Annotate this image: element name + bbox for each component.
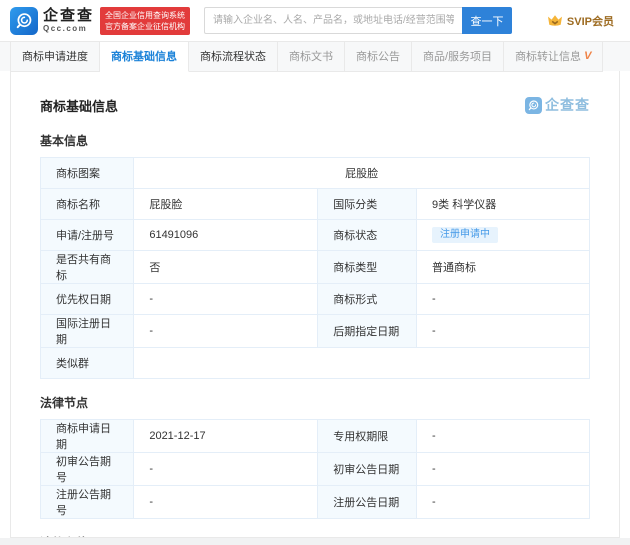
field-label: 国际分类 [318,189,417,220]
field-value: 注册申请中 [417,220,590,251]
field-value: 普通商标 [417,251,590,284]
section-title-legal-nodes: 法律节点 [40,394,590,411]
field-value: 否 [134,251,318,284]
qcc-watermark-text: 企查查 [545,95,590,115]
field-label: 后期指定日期 [318,315,417,348]
trademark-image-value: 屁股脸 [134,158,590,189]
table-row: 类似群 [41,348,590,379]
tab-trademark-transfer-info-label: 商标转让信息 [515,43,581,71]
field-label: 优先权日期 [41,284,134,315]
field-value: - [417,453,590,486]
field-label: 商标申请日期 [41,420,134,453]
svip-label: SVIP会员 [567,13,614,29]
vip-v-icon: V [584,51,591,62]
tab-goods-services-items[interactable]: 商品/服务项目 [412,42,504,72]
crown-icon [547,14,563,27]
field-label: 专用权期限 [318,420,417,453]
top-bar: 企查查 Qcc.com 全国企业信用查询系统 官方备案企业征信机构 查一下 SV… [0,0,630,41]
basic-info-table: 商标图案 屁股脸 商标名称 屁股脸 国际分类 9类 科学仪器 申请/注册号 61… [40,157,590,379]
table-row: 申请/注册号 61491096 商标状态 注册申请中 [41,220,590,251]
tab-trademark-process-status[interactable]: 商标流程状态 [189,42,278,72]
field-value: - [134,315,318,348]
table-row: 商标图案 屁股脸 [41,158,590,189]
field-label: 国际注册日期 [41,315,134,348]
field-label: 注册公告日期 [318,486,417,519]
field-value: 61491096 [134,220,318,251]
field-label: 商标类型 [318,251,417,284]
field-label: 商标名称 [41,189,134,220]
section-title-basic-info: 基本信息 [40,132,590,149]
table-row: 注册公告期号 - 注册公告日期 - [41,486,590,519]
qcc-logo-icon [10,7,38,35]
table-row: 优先权日期 - 商标形式 - [41,284,590,315]
trademark-info-card: 商标基础信息 企查查 基本信息 商标图案 屁股脸 商标名称 屁股脸 国际分类 9… [10,71,620,538]
brand-domain: Qcc.com [43,25,94,33]
certification-line1: 全国企业信用查询系统 [105,10,185,21]
table-row: 是否共有商标 否 商标类型 普通商标 [41,251,590,284]
tab-bar: 商标申请进度 商标基础信息 商标流程状态 商标文书 商标公告 商品/服务项目 商… [0,41,630,71]
table-row: 初审公告期号 - 初审公告日期 - [41,453,590,486]
field-value: - [417,284,590,315]
table-row: 商标名称 屁股脸 国际分类 9类 科学仪器 [41,189,590,220]
search-button[interactable]: 查一下 [462,7,512,34]
svip-member-link[interactable]: SVIP会员 [547,13,614,29]
field-value: 2021-12-17 [134,420,318,453]
search-area: 查一下 [204,7,512,34]
field-value: - [134,486,318,519]
field-value: - [134,453,318,486]
field-label: 商标状态 [318,220,417,251]
status-badge: 注册申请中 [432,227,498,243]
field-value: - [134,284,318,315]
field-label: 注册公告期号 [41,486,134,519]
field-value: - [417,486,590,519]
field-value [134,348,590,379]
tab-trademark-documents[interactable]: 商标文书 [278,42,345,72]
field-label: 商标形式 [318,284,417,315]
tab-trademark-basic-info[interactable]: 商标基础信息 [100,42,189,72]
field-value: 屁股脸 [134,189,318,220]
field-label: 初审公告期号 [41,453,134,486]
field-value: 9类 科学仪器 [417,189,590,220]
qcc-logo[interactable]: 企查查 Qcc.com [10,7,94,35]
search-input[interactable] [204,7,462,34]
tab-trademark-announcements[interactable]: 商标公告 [345,42,412,72]
qcc-watermark: 企查查 [525,95,590,115]
table-row: 国际注册日期 - 后期指定日期 - [41,315,590,348]
field-label: 类似群 [41,348,134,379]
legal-nodes-table: 商标申请日期 2021-12-17 专用权期限 - 初审公告期号 - 初审公告日… [40,419,590,519]
page-title: 商标基础信息 [40,96,118,115]
certification-badge: 全国企业信用查询系统 官方备案企业征信机构 [100,7,190,35]
field-label: 商标图案 [41,158,134,189]
table-row: 商标申请日期 2021-12-17 专用权期限 - [41,420,590,453]
field-value: - [417,315,590,348]
field-label: 申请/注册号 [41,220,134,251]
qcc-watermark-icon [525,97,542,114]
tab-trademark-application-progress[interactable]: 商标申请进度 [10,42,100,72]
certification-line2: 官方备案企业征信机构 [105,21,185,32]
field-value: - [417,420,590,453]
page-bottom-strip [0,538,630,545]
brand-name: 企查查 [43,8,94,23]
field-label: 是否共有商标 [41,251,134,284]
field-label: 初审公告日期 [318,453,417,486]
tab-trademark-transfer-info[interactable]: 商标转让信息 V [504,42,603,72]
